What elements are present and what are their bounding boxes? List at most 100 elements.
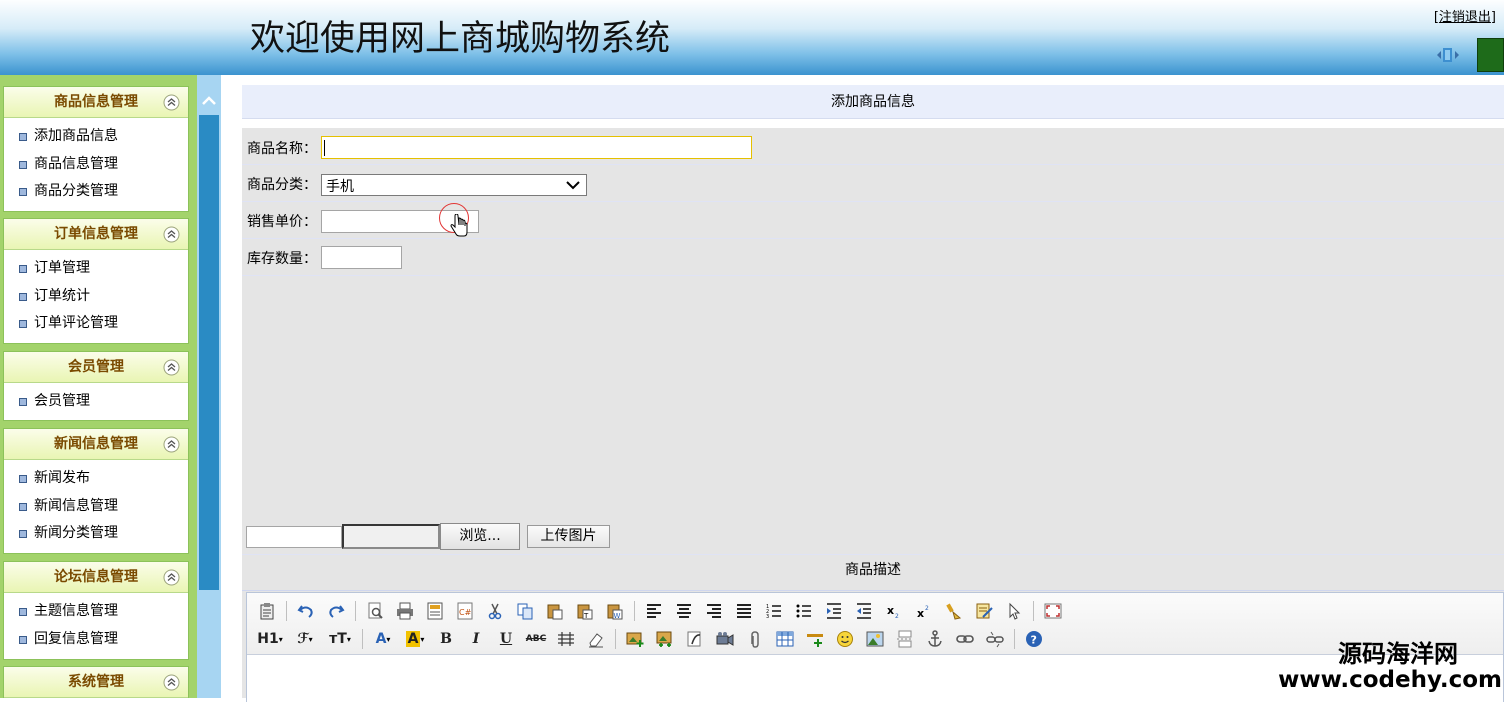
menu-group-header[interactable]: 商品信息管理: [4, 87, 188, 118]
fullscreen-button[interactable]: [1041, 600, 1065, 622]
outdent-button[interactable]: [852, 600, 876, 622]
file-path-field[interactable]: [342, 524, 440, 549]
image-add-icon: [626, 632, 644, 647]
collapse-icon[interactable]: [163, 359, 180, 376]
sidebar-item-label: 商品信息管理: [34, 155, 118, 172]
image-manager-button[interactable]: [863, 628, 887, 650]
align-right-button[interactable]: [702, 600, 726, 622]
goods-name-label: 商品名称：: [247, 141, 317, 157]
pointer-button[interactable]: [1002, 600, 1026, 622]
cut-button[interactable]: [483, 600, 507, 622]
link-button[interactable]: [953, 628, 977, 650]
menu-group-header[interactable]: 系统管理: [4, 667, 188, 698]
superscript-button[interactable]: x2: [912, 600, 936, 622]
collapse-icon[interactable]: [163, 674, 180, 691]
align-left-button[interactable]: [642, 600, 666, 622]
goods-name-input[interactable]: [321, 136, 752, 159]
undo-button[interactable]: [294, 600, 318, 622]
page-break-button[interactable]: [893, 628, 917, 650]
sidebar-item-reply-manage[interactable]: 回复信息管理: [4, 626, 188, 654]
svg-text:C#: C#: [459, 608, 472, 617]
insert-multi-image-button[interactable]: [653, 628, 677, 650]
bold-button[interactable]: B: [434, 628, 458, 650]
paste-word-icon: W: [607, 604, 623, 620]
logout-link[interactable]: 注销退出: [1439, 10, 1491, 25]
sidebar-item-goods-manage[interactable]: 商品信息管理: [4, 151, 188, 179]
anchor-button[interactable]: [923, 628, 947, 650]
image-path-input[interactable]: [246, 526, 342, 548]
upload-image-button[interactable]: 上传图片: [527, 525, 610, 548]
font-family-dropdown[interactable]: ℱ ▾: [291, 628, 319, 650]
insert-emoticon-button[interactable]: [833, 628, 857, 650]
horizontal-rule-button[interactable]: [554, 628, 578, 650]
unordered-list-button[interactable]: [792, 600, 816, 622]
collapse-icon[interactable]: [163, 569, 180, 586]
preview-button[interactable]: [363, 600, 387, 622]
insert-hr-button[interactable]: [803, 628, 827, 650]
menu-group-header[interactable]: 订单信息管理: [4, 219, 188, 250]
insert-media-button[interactable]: [713, 628, 737, 650]
menu-group-header[interactable]: 论坛信息管理: [4, 562, 188, 593]
italic-button[interactable]: I: [464, 628, 488, 650]
goods-category-select[interactable]: 手机: [321, 174, 587, 196]
print-button[interactable]: [393, 600, 417, 622]
menu-group-header[interactable]: 新闻信息管理: [4, 429, 188, 460]
font-size-dropdown[interactable]: тT ▾: [325, 628, 355, 650]
paste-text-button[interactable]: T: [573, 600, 597, 622]
paste-word-button[interactable]: W: [603, 600, 627, 622]
brush-icon: [946, 603, 962, 620]
source-code-button[interactable]: [255, 600, 279, 622]
toggle-frame-icon[interactable]: [1432, 46, 1464, 64]
sidebar-item-news-category[interactable]: 新闻分类管理: [4, 520, 188, 548]
stock-quantity-input[interactable]: [321, 246, 402, 269]
menu-group-title: 商品信息管理: [54, 94, 138, 110]
toolbar-separator: [1014, 629, 1015, 649]
unlink-button[interactable]: [983, 628, 1007, 650]
sidebar-splitter[interactable]: [197, 75, 221, 698]
sidebar-item-order-manage[interactable]: 订单管理: [4, 255, 188, 283]
splitter-bar[interactable]: [199, 115, 219, 590]
bullet-icon: [19, 133, 27, 141]
insert-attachment-button[interactable]: [743, 628, 767, 650]
code-button[interactable]: C#: [453, 600, 477, 622]
sidebar-item-label: 添加商品信息: [34, 128, 118, 144]
collapse-sidebar-icon[interactable]: [199, 91, 219, 111]
goods-description-label: 商品描述: [242, 554, 1504, 591]
indent-button[interactable]: [822, 600, 846, 622]
ordered-list-button[interactable]: 123: [762, 600, 786, 622]
sidebar-item-member-manage[interactable]: 会员管理: [4, 388, 188, 416]
insert-flash-button[interactable]: [683, 628, 707, 650]
pointer-icon: [1009, 602, 1021, 620]
clear-format-button[interactable]: [942, 600, 966, 622]
redo-button[interactable]: [324, 600, 348, 622]
select-all-button[interactable]: [972, 600, 996, 622]
subscript-button[interactable]: x2: [882, 600, 906, 622]
template-button[interactable]: [423, 600, 447, 622]
justify-button[interactable]: [732, 600, 756, 622]
sidebar-item-order-stats[interactable]: 订单统计: [4, 283, 188, 311]
heading-dropdown[interactable]: H1 ▾: [255, 628, 285, 650]
insert-table-button[interactable]: [773, 628, 797, 650]
insert-image-button[interactable]: [623, 628, 647, 650]
sidebar-item-goods-category[interactable]: 商品分类管理: [4, 178, 188, 206]
copy-button[interactable]: [513, 600, 537, 622]
background-color-button[interactable]: A ▾: [402, 628, 428, 650]
browse-button[interactable]: 浏览...: [440, 523, 520, 550]
align-center-button[interactable]: [672, 600, 696, 622]
collapse-icon[interactable]: [163, 436, 180, 453]
chevron-down-icon: [566, 181, 580, 190]
sidebar-item-topic-manage[interactable]: 主题信息管理: [4, 598, 188, 626]
menu-group-header[interactable]: 会员管理: [4, 352, 188, 383]
sidebar-item-news-publish[interactable]: 新闻发布: [4, 465, 188, 493]
sidebar-item-news-manage[interactable]: 新闻信息管理: [4, 493, 188, 521]
underline-button[interactable]: U: [494, 628, 518, 650]
eraser-button[interactable]: [584, 628, 608, 650]
strikethrough-button[interactable]: ABC: [524, 628, 548, 650]
sidebar-item-add-goods[interactable]: 添加商品信息: [4, 123, 188, 151]
paste-button[interactable]: [543, 600, 567, 622]
collapse-icon[interactable]: [163, 226, 180, 243]
collapse-icon[interactable]: [163, 94, 180, 111]
help-button[interactable]: ?: [1022, 628, 1046, 650]
sidebar-item-order-comments[interactable]: 订单评论管理: [4, 310, 188, 338]
font-color-button[interactable]: A ▾: [370, 628, 396, 650]
